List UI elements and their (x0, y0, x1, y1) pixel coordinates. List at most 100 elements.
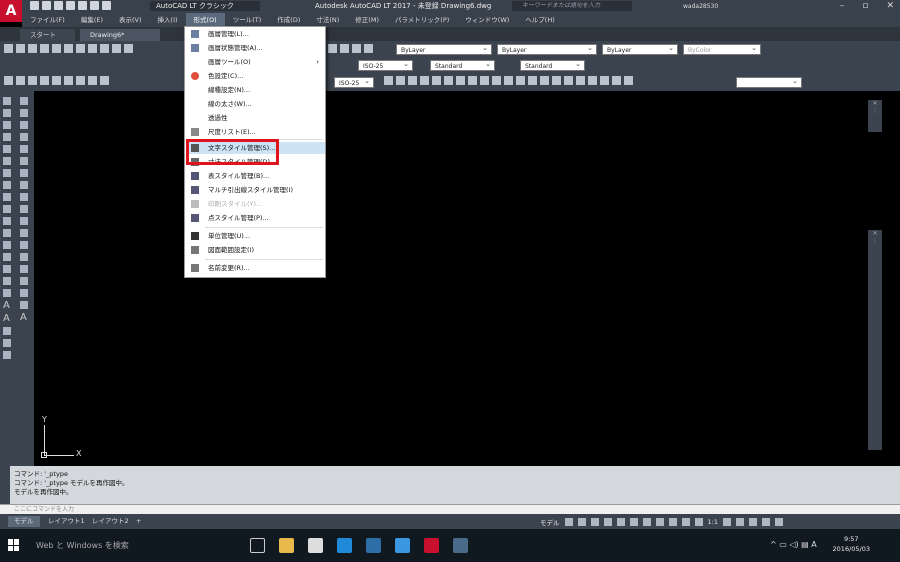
format-menu-item[interactable]: 画層状態管理(A)... (186, 42, 325, 54)
user-name[interactable]: wada28530 (683, 0, 718, 13)
ie-icon[interactable] (395, 538, 410, 553)
text-style-combo[interactable]: Standard (430, 59, 495, 71)
windows-start-icon[interactable] (8, 539, 20, 551)
format-menu-item[interactable]: 名前変更(R)... (186, 262, 325, 274)
workspace-dropdown[interactable]: AutoCAD LT クラシック (150, 1, 260, 11)
edge-icon[interactable] (337, 538, 352, 553)
store-icon[interactable] (308, 538, 323, 553)
format-menu-item-label: 図面範囲設定(I) (208, 246, 254, 254)
linetype-combo[interactable]: ByLayer (497, 43, 597, 55)
layer-state-combo[interactable] (736, 76, 802, 88)
close-icon[interactable]: ✕ (886, 0, 894, 13)
new-icon (4, 44, 13, 53)
draw-toolbar-icons[interactable] (4, 76, 109, 85)
osnap-icon (616, 518, 625, 526)
format-menu-item[interactable]: 透過性 (186, 112, 325, 124)
palette-strip-top[interactable]: ✕ ⋮ (868, 100, 882, 132)
undo-icon[interactable] (90, 1, 99, 10)
draw-modify-toolbar: ISO-25 (0, 73, 900, 91)
color-combo[interactable]: ByLayer (396, 43, 492, 55)
chamfer-icon (20, 253, 28, 261)
menu-item[interactable]: 形式(O) (185, 13, 225, 27)
menu-item[interactable]: 寸法(N) (308, 13, 347, 27)
format-menu-item[interactable]: 色設定(C)... (186, 70, 325, 82)
autocad-icon[interactable] (424, 538, 439, 553)
menu-item[interactable]: パラメトリック(P) (387, 13, 457, 27)
status-toggles[interactable]: モデル 1:1 (540, 517, 783, 527)
tab-layout1[interactable]: レイアウト1 (42, 516, 91, 527)
task-view-icon[interactable] (250, 538, 265, 553)
ime-indicator[interactable]: A (811, 540, 816, 549)
app-icon[interactable] (453, 538, 468, 553)
print-icon[interactable] (78, 1, 87, 10)
clock[interactable]: 9:57 2016/05/03 (833, 534, 870, 554)
system-tray[interactable]: ^ ▭ ◁) ▤ A (770, 540, 817, 549)
standard-toolbar-icons[interactable] (4, 44, 133, 53)
menu-item[interactable]: 表示(V) (111, 13, 150, 27)
format-menu-item[interactable]: 図面範囲設定(I) (186, 244, 325, 256)
file-explorer-icon[interactable] (279, 538, 294, 553)
menu-item[interactable]: 修正(M) (347, 13, 387, 27)
properties-palette-strip[interactable]: ✕ ⋮ (868, 230, 882, 450)
properties-toolbar-icons[interactable] (328, 44, 373, 53)
modify-tools-column[interactable]: A (20, 97, 28, 323)
clock-date: 2016/05/03 (832, 545, 870, 553)
format-menu-item[interactable]: マルチ引出線スタイル管理(I) (186, 184, 325, 196)
join-icon (20, 241, 28, 249)
format-menu-item[interactable]: 点スタイル管理(P)... (186, 212, 325, 224)
menu-item[interactable]: ウィンドウ(W) (457, 13, 517, 27)
polar-icon (603, 518, 612, 526)
menu-item[interactable]: 作成(D) (269, 13, 308, 27)
format-menu-item[interactable]: 画層管理(L)... (186, 28, 325, 40)
format-menu-item[interactable]: 印刷スタイル(Y)... (186, 198, 325, 210)
table-style-combo[interactable]: Standard (520, 59, 585, 71)
circle-icon (40, 76, 49, 85)
layer-state-icon (191, 44, 199, 52)
dim-toolbar-icons[interactable] (384, 76, 633, 85)
maximize-icon[interactable]: ▫ (862, 0, 868, 13)
minimize-icon[interactable]: – (840, 0, 845, 13)
tab-model[interactable]: モデル (8, 516, 40, 527)
window-title: Autodesk AutoCAD LT 2017 - 未登録 Drawing6.… (315, 2, 492, 10)
new-icon[interactable] (30, 1, 39, 10)
app-logo[interactable]: A (0, 0, 22, 22)
redo-icon[interactable] (102, 1, 111, 10)
format-menu-item[interactable]: 線の太さ(W)... (186, 98, 325, 110)
command-input[interactable]: ここにコマンドを入力 (0, 504, 900, 514)
text-icon (100, 76, 109, 85)
tab-drawing6[interactable]: Drawing6* (80, 29, 160, 41)
menu-item[interactable]: 編集(E) (73, 13, 111, 27)
dim-style-combo-2[interactable]: ISO-25 (334, 76, 374, 88)
menu-item[interactable]: 挿入(I) (150, 13, 186, 27)
command-window-handle[interactable] (0, 466, 10, 504)
drawing-canvas[interactable] (34, 91, 884, 466)
format-menu-item[interactable]: 単位管理(U)... (186, 230, 325, 242)
user-area[interactable]: wada28530 (683, 0, 718, 13)
add-layout-button[interactable]: + (130, 516, 147, 527)
dim-style-combo[interactable]: ISO-25 (358, 59, 413, 71)
format-menu-item[interactable]: 尺度リスト(E)... (186, 126, 325, 138)
quick-access-toolbar[interactable] (30, 1, 111, 10)
menu-item[interactable]: ファイル(F) (22, 13, 73, 27)
plotstyle-combo[interactable]: ByColor (683, 43, 761, 55)
format-menu-item[interactable]: 画層ツール(O) › (186, 56, 325, 68)
search-input[interactable]: キーワードまたは語句を入力 (512, 1, 632, 11)
text-icon: A (3, 313, 10, 324)
format-menu-item[interactable]: 線種設定(N)... (186, 84, 325, 96)
tab-start[interactable]: スタート (20, 29, 75, 41)
windows-search[interactable]: Web と Windows を検索 (28, 529, 238, 562)
lineweight-combo[interactable]: ByLayer (602, 43, 678, 55)
menu-item[interactable]: ヘルプ(H) (517, 13, 562, 27)
save-icon[interactable] (54, 1, 63, 10)
tab-layout2[interactable]: レイアウト2 (86, 516, 135, 527)
save-as-icon[interactable] (66, 1, 75, 10)
app-icon[interactable] (366, 538, 381, 553)
open-icon[interactable] (42, 1, 51, 10)
table-style-icon (191, 172, 199, 180)
draw-tools-column[interactable]: AA (3, 97, 11, 359)
line-icon (4, 76, 13, 85)
title-bar: AutoCAD LT クラシック Autodesk AutoCAD LT 201… (0, 0, 900, 13)
menu-item[interactable]: ツール(T) (225, 13, 270, 27)
format-menu-item[interactable]: 表スタイル管理(B)... (186, 170, 325, 182)
open-icon (16, 44, 25, 53)
